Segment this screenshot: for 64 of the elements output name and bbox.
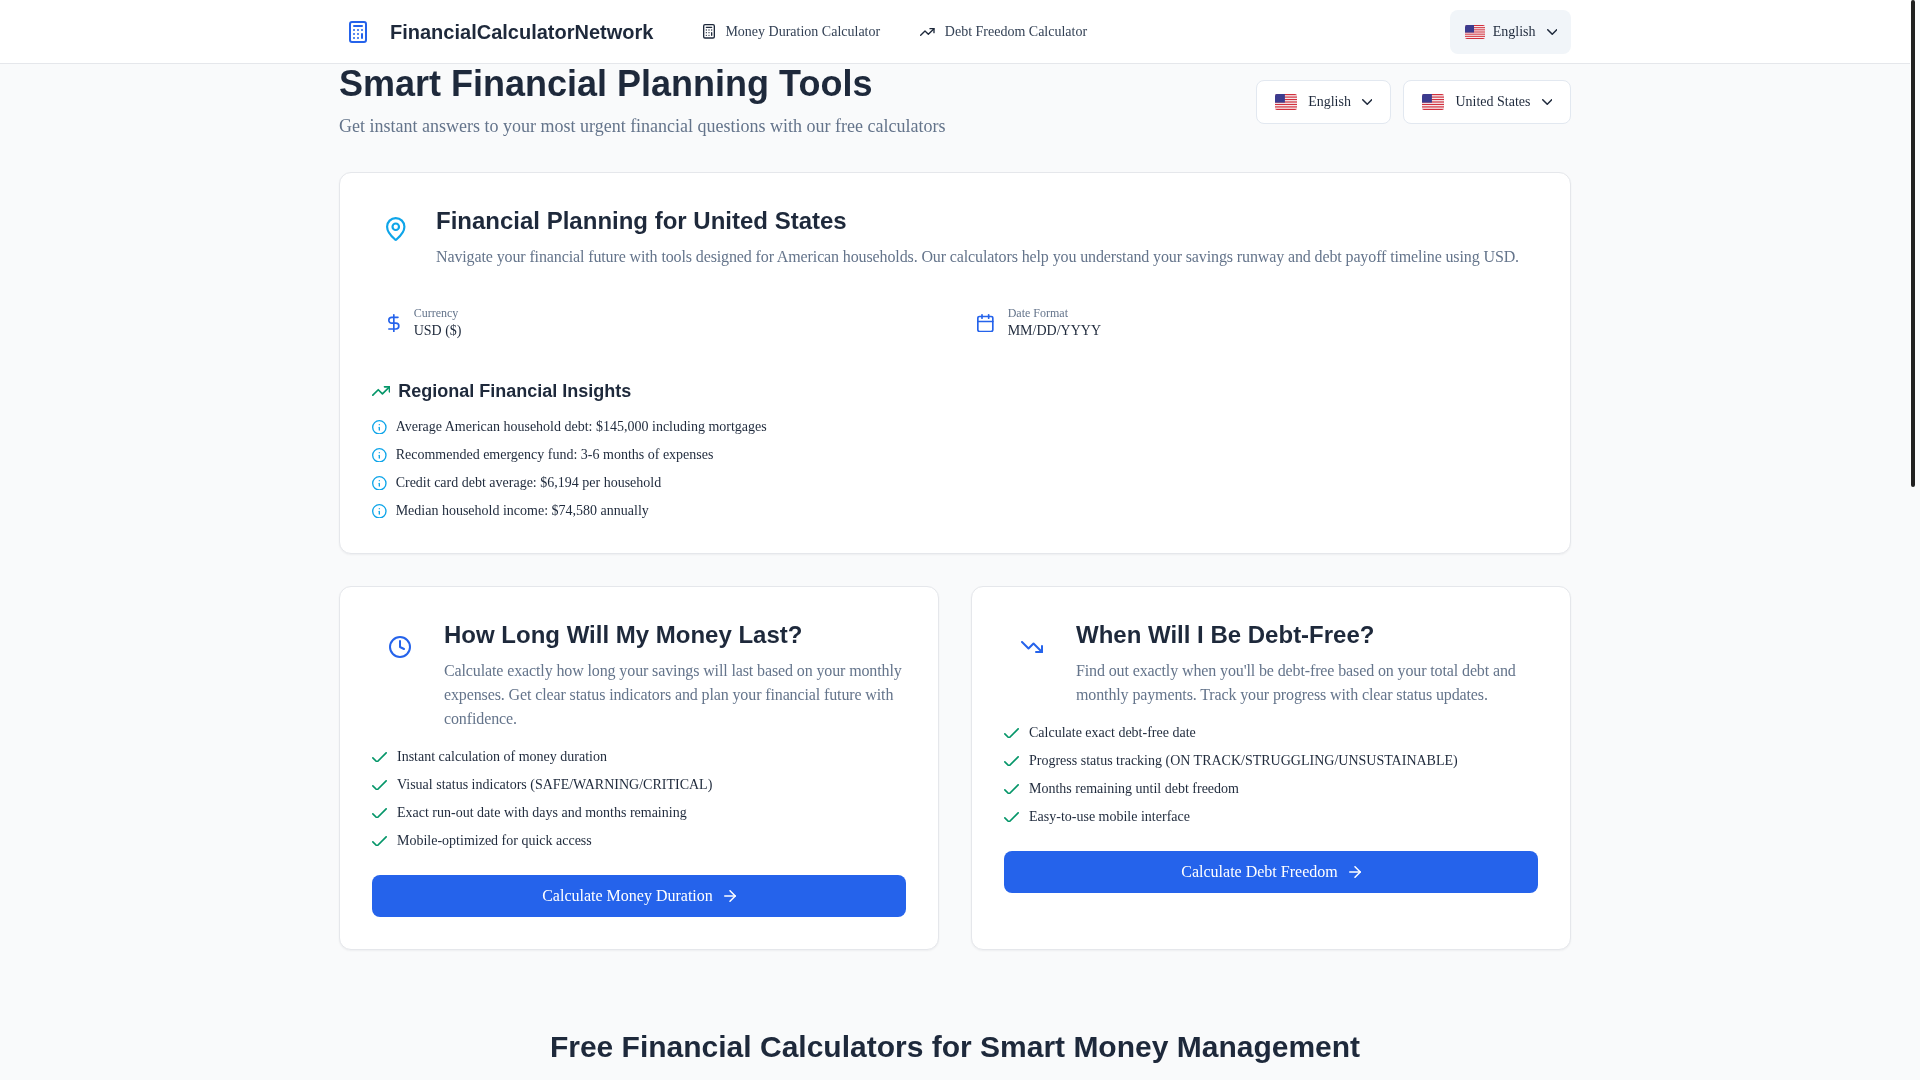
trending-up-icon	[372, 386, 391, 396]
detail-value: USD ($)	[413, 322, 462, 340]
feature-text: Mobile-optimized for quick access	[397, 832, 592, 850]
clock-icon	[389, 636, 411, 658]
info-icon	[372, 503, 387, 519]
check-icon	[372, 807, 387, 819]
calculate-button[interactable]: Calculate Debt Freedom	[1004, 851, 1538, 893]
flag-icon	[1464, 24, 1485, 39]
info-icon	[372, 419, 387, 435]
chevron-down-icon	[1361, 99, 1373, 105]
info-icon	[372, 447, 387, 463]
page-title: Smart Financial Planning Tools	[339, 64, 873, 104]
check-icon	[1004, 755, 1019, 767]
card-description: Calculate exactly how long your savings will last based on your monthly expenses. Get clear status indicators and plan your financial future with confidence.	[444, 661, 903, 729]
insight-text: Credit card debt average: $6,194 per household	[395, 474, 662, 492]
detail-value: MM/DD/YYYY	[1007, 322, 1101, 340]
flag-icon	[1422, 94, 1445, 110]
nav-link[interactable]: Money Duration Calculator	[691, 13, 893, 50]
country-dropdown[interactable]: United States	[1403, 80, 1571, 124]
card-title: Financial Planning for United States	[436, 206, 847, 236]
site-logo[interactable]: FinancialCalculatorNetwork	[390, 17, 654, 46]
feature-text: Months remaining until debt freedom	[1029, 780, 1239, 798]
scrollbar-thumb[interactable]	[1911, 0, 1915, 487]
check-icon	[1004, 783, 1019, 795]
arrow-right-icon	[723, 890, 736, 902]
detail-label: Date Format	[1007, 305, 1068, 321]
check-icon	[1004, 727, 1019, 739]
info-icon	[372, 475, 387, 491]
feature-text: Progress status tracking (ON TRACK/STRUGGLING/UNSUSTAINABLE)	[1029, 752, 1458, 770]
language-button[interactable]: English	[1449, 9, 1571, 54]
feature-text: Calculate exact debt-free date	[1029, 724, 1196, 742]
check-icon	[1004, 811, 1019, 823]
check-icon	[372, 751, 387, 763]
card-description: Navigate your financial future with tools designed for American households. Our calculators help you understand your savings runway and debt payoff timeline using USD.	[436, 247, 1519, 268]
trending-up-icon	[920, 27, 935, 36]
section-heading: Free Financial Calculators for Smart Money Management	[549, 1029, 1361, 1065]
check-icon	[372, 779, 387, 791]
card-title: How Long Will My Money Last?	[444, 620, 803, 650]
chevron-down-icon	[1541, 99, 1552, 105]
nav-link[interactable]: Debt Freedom Calculator	[908, 13, 1100, 50]
insight-text: Recommended emergency fund: 3-6 months of expenses	[395, 446, 714, 464]
detail-label: Currency	[413, 305, 459, 321]
insight-text: Median household income: $74,580 annually	[395, 502, 649, 520]
map-pin-icon	[386, 217, 406, 241]
card-description: Find out exactly when you'll be debt-free based on your total debt and monthly payments. Track your progress with clear status updates.	[1076, 661, 1517, 706]
chevron-down-icon	[1546, 28, 1557, 35]
trending-down-icon	[1021, 641, 1043, 653]
check-icon	[372, 835, 387, 847]
page-subtitle: Get instant answers to your most urgent financial questions with our free calculators	[339, 115, 946, 138]
calendar-icon	[977, 313, 994, 333]
section-heading: Regional Financial Insights	[398, 380, 632, 403]
feature-text: Exact run-out date with days and months remaining	[397, 804, 687, 822]
arrow-right-icon	[1348, 866, 1361, 878]
calculate-button[interactable]: Calculate Money Duration	[372, 875, 906, 917]
dollar-sign-icon	[388, 313, 400, 333]
calculator-icon	[349, 20, 367, 43]
flag-icon	[1275, 94, 1298, 110]
language-dropdown[interactable]: English	[1256, 80, 1392, 124]
feature-text: Visual status indicators (SAFE/WARNING/CRITICAL)	[397, 776, 713, 794]
feature-text: Easy-to-use mobile interface	[1029, 808, 1190, 826]
feature-text: Instant calculation of money duration	[397, 748, 607, 766]
card-title: When Will I Be Debt-Free?	[1076, 620, 1375, 650]
insight-text: Average American household debt: $145,000 including mortgages	[395, 418, 767, 436]
calculator-icon	[703, 24, 716, 39]
